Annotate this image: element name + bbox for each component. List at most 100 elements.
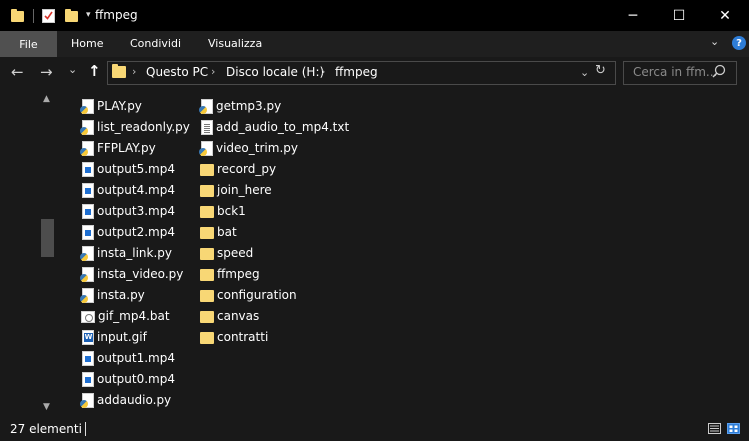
tab-condividi[interactable]: Condividi [130,37,181,50]
status-bar [0,417,749,441]
file-item[interactable]: bck1 [200,201,246,221]
breadcrumb-questo-pc[interactable]: Questo PC [146,65,208,79]
file-name: input.gif [97,330,147,344]
file-name: list_readonly.py [97,120,190,134]
folder-icon [200,332,214,344]
file-name: output0.mp4 [97,372,175,386]
file-item[interactable]: list_readonly.py [80,117,190,137]
refresh-icon[interactable]: ↻ [595,63,606,78]
tab-home[interactable]: Home [71,37,103,50]
file-item[interactable]: addaudio.py [80,390,171,410]
help-button[interactable]: ? [732,36,746,50]
file-name: insta_video.py [97,267,184,281]
chevron-right-icon[interactable]: › [321,65,325,78]
file-item[interactable]: bat [200,222,237,242]
folder-icon [112,64,126,78]
properties-icon[interactable] [42,8,55,23]
python-file-icon [80,392,94,408]
back-button[interactable]: ← [11,63,24,81]
file-name: output1.mp4 [97,351,175,365]
tab-file[interactable]: File [0,31,57,57]
folder-icon [200,248,214,260]
new-folder-icon[interactable] [65,9,78,22]
scrollbar-thumb[interactable] [41,219,54,257]
file-item[interactable]: ffmpeg [200,264,260,284]
file-item[interactable]: getmp3.py [199,96,282,116]
folder-icon [200,227,214,239]
details-view-icon[interactable] [708,423,721,434]
python-file-icon [80,266,94,282]
close-button[interactable]: ✕ [702,0,748,31]
expand-ribbon-icon[interactable]: ⌄ [710,35,719,48]
file-name: canvas [217,309,260,323]
file-item[interactable]: FFPLAY.py [80,138,156,158]
toolbar-separator [33,9,34,23]
video-file-icon [82,224,94,240]
file-item[interactable]: insta.py [80,285,145,305]
file-item[interactable]: configuration [200,285,297,305]
folder-icon [200,185,214,197]
file-item[interactable]: gif_mp4.bat [81,306,170,326]
file-item[interactable]: video_trim.py [199,138,298,158]
file-name: output4.mp4 [97,183,175,197]
file-name: configuration [217,288,297,302]
file-name: video_trim.py [216,141,298,155]
file-item[interactable]: speed [200,243,253,263]
file-item[interactable]: input.gif [81,327,147,347]
large-icons-view-icon[interactable] [727,423,740,434]
folder-icon [11,9,24,22]
folder-icon [200,206,214,218]
python-file-icon [80,287,94,303]
file-item[interactable]: output3.mp4 [81,201,175,221]
file-item[interactable]: output1.mp4 [81,348,175,368]
status-separator [85,422,86,436]
scroll-up-arrow-icon[interactable]: ▲ [43,94,50,104]
file-name: insta_link.py [97,246,173,260]
breadcrumb-ffmpeg[interactable]: ffmpeg [335,65,378,79]
breadcrumb-disco-locale[interactable]: Disco locale (H:) [226,65,324,79]
video-file-icon [82,182,94,198]
folder-icon [200,164,214,176]
customize-toolbar-icon[interactable]: ▾ [86,10,91,20]
file-item[interactable]: contratti [200,327,268,347]
folder-icon [200,269,214,281]
file-name: speed [217,246,254,260]
file-name: contratti [217,330,269,344]
folder-icon [200,290,214,302]
file-name: insta.py [97,288,145,302]
address-dropdown-icon[interactable]: ⌄ [580,66,589,79]
maximize-button[interactable]: ☐ [656,0,702,31]
file-name: getmp3.py [216,99,282,113]
forward-button[interactable]: → [40,63,53,81]
scroll-down-arrow-icon[interactable]: ▼ [43,402,50,412]
file-item[interactable]: output4.mp4 [81,180,175,200]
file-item[interactable]: insta_video.py [80,264,184,284]
file-item[interactable]: output0.mp4 [81,369,175,389]
file-item[interactable]: record_py [200,159,276,179]
file-item[interactable]: output5.mp4 [81,159,175,179]
file-item[interactable]: join_here [200,180,272,200]
python-file-icon [80,245,94,261]
search-icon[interactable] [712,64,726,81]
video-file-icon [82,371,94,387]
file-name: output5.mp4 [97,162,175,176]
file-item[interactable]: PLAY.py [80,96,142,116]
chevron-right-icon[interactable]: › [211,65,215,78]
recent-locations-button[interactable]: ⌄ [68,63,77,76]
minimize-button[interactable]: ─ [610,0,656,31]
file-item[interactable]: insta_link.py [80,243,173,263]
file-item[interactable]: output2.mp4 [81,222,175,242]
file-name: output2.mp4 [97,225,175,239]
chevron-right-icon[interactable]: › [132,65,136,78]
python-file-icon [199,140,213,156]
up-button[interactable]: ↑ [88,62,101,80]
file-name: ffmpeg [217,267,260,281]
file-item[interactable]: canvas [200,306,259,326]
file-name: add_audio_to_mp4.txt [216,120,350,134]
search-placeholder: Cerca in ffm... [633,65,718,79]
file-item[interactable]: add_audio_to_mp4.txt [200,117,349,137]
file-name: PLAY.py [97,99,142,113]
tab-visualizza[interactable]: Visualizza [208,37,262,50]
text-file-icon [201,119,213,135]
ribbon [0,31,749,57]
